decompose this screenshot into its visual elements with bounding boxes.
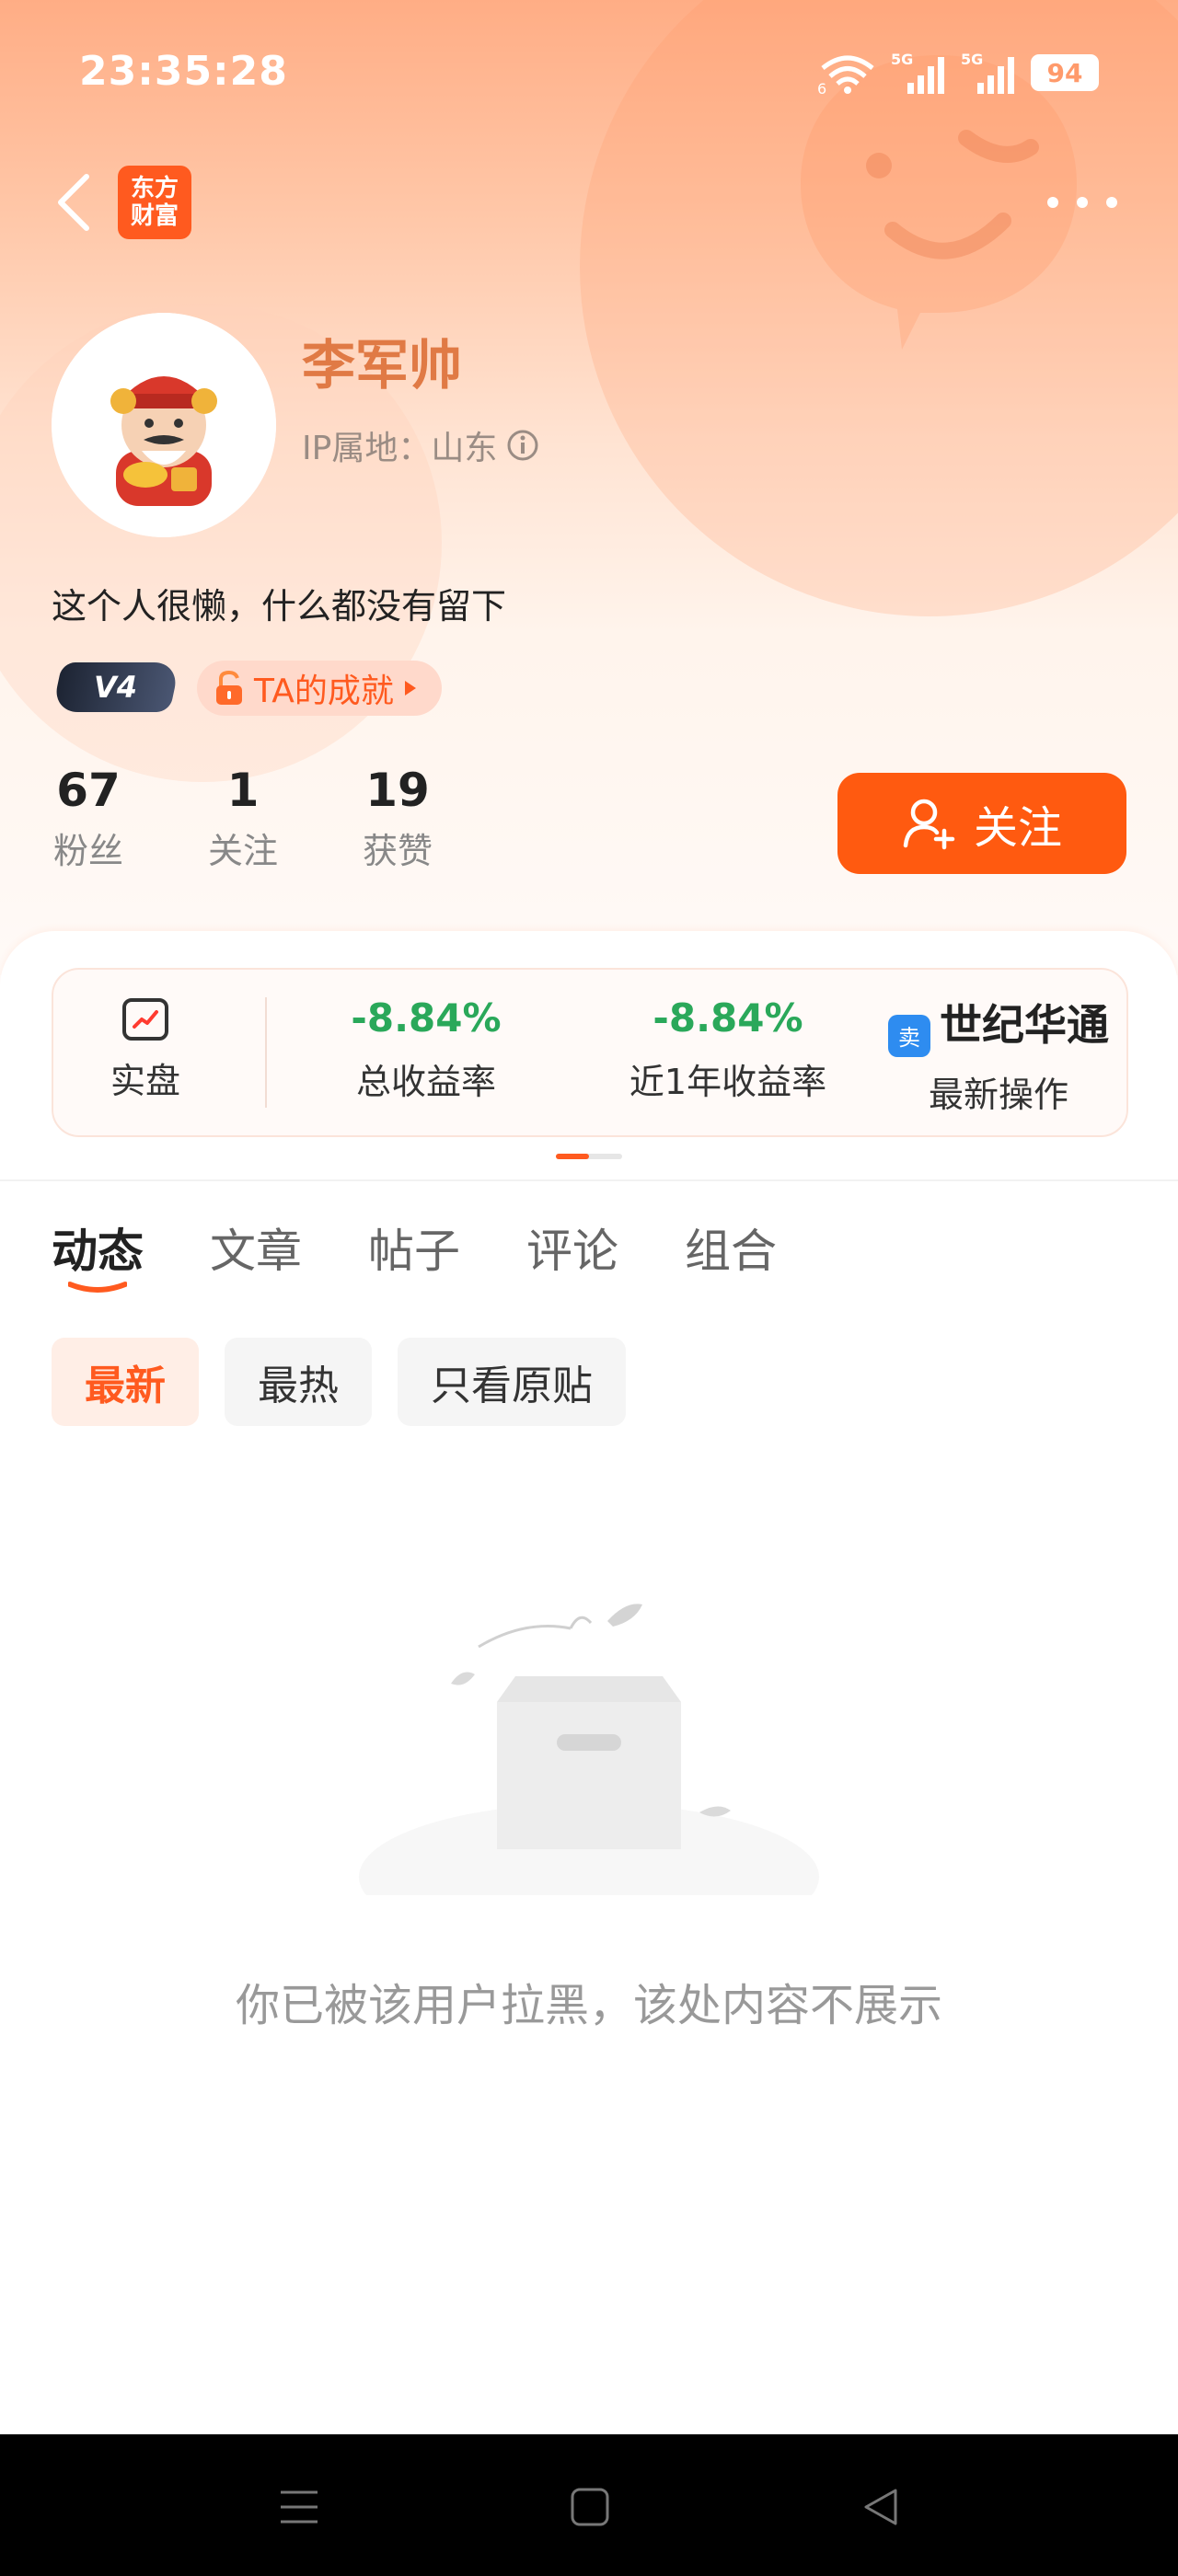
carousel-indicator [556, 1154, 622, 1159]
info-icon[interactable] [506, 429, 539, 462]
filter-chips: 最新 最热 只看原贴 [52, 1338, 626, 1426]
svg-text:6: 6 [817, 80, 826, 94]
status-icons: 6 5G 5G 94 [817, 50, 1099, 96]
menu-button[interactable] [267, 2475, 331, 2539]
tab-articles[interactable]: 文章 [210, 1214, 302, 1288]
dot-icon [1047, 197, 1058, 208]
tab-portfolios[interactable]: 组合 [685, 1214, 777, 1288]
bio: 这个人很懒，什么都没有留下 [52, 586, 507, 627]
fortune-god-avatar-icon [52, 313, 276, 537]
dot-icon [1077, 197, 1088, 208]
wifi-icon: 6 [817, 55, 874, 94]
system-back-button[interactable] [849, 2475, 913, 2539]
tab-activity[interactable]: 动态 [52, 1214, 144, 1293]
back-triangle-icon [864, 2489, 897, 2525]
home-button[interactable] [558, 2475, 622, 2539]
divider [0, 1179, 1178, 1181]
tab-posts[interactable]: 帖子 [368, 1214, 460, 1288]
system-navigation-bar [0, 2434, 1178, 2576]
ip-location: IP属地：山东 [302, 421, 539, 469]
battery-indicator: 94 [1031, 54, 1099, 91]
stat-following[interactable]: 1 关注 [206, 764, 280, 873]
home-square-icon [571, 2488, 609, 2526]
play-arrow-icon [404, 681, 416, 696]
profile-page: 23:35:28 6 5G 5G 94 东方 财富 李军帅 IP属地：山东 这个… [0, 0, 1178, 2576]
menu-icon [281, 2490, 318, 2524]
empty-box-illustration-icon [359, 1604, 819, 1895]
status-time: 23:35:28 [79, 48, 288, 95]
one-year-return: -8.84% 近1年收益率 [629, 995, 827, 1102]
divider [265, 997, 267, 1108]
level-badge[interactable]: V4 [52, 662, 180, 712]
stat-fans[interactable]: 67 粉丝 [52, 764, 125, 873]
real-trading-tab[interactable]: 实盘 [53, 970, 237, 1135]
stat-likes[interactable]: 19 获赞 [361, 764, 434, 873]
dot-icon [1106, 197, 1117, 208]
app-logo[interactable]: 东方 财富 [118, 166, 191, 239]
back-button[interactable] [48, 166, 99, 239]
sell-tag: 卖 [888, 1014, 930, 1057]
svg-text:5G: 5G [891, 51, 913, 68]
filter-latest[interactable]: 最新 [52, 1338, 199, 1426]
unlock-icon [216, 670, 242, 705]
follow-button[interactable]: 关注 [837, 773, 1126, 874]
signal-icon: 5G [961, 51, 1014, 94]
svg-text:5G: 5G [961, 51, 983, 68]
chevron-left-icon [58, 174, 89, 231]
latest-operation[interactable]: 卖世纪华通 最新操作 [871, 970, 1126, 1135]
performance-card[interactable]: 实盘 -8.84% 总收益率 -8.84% 近1年收益率 卖世纪华通 最新操作 [52, 968, 1128, 1137]
signal-icon: 5G [891, 51, 944, 94]
filter-original-only[interactable]: 只看原贴 [398, 1338, 626, 1426]
total-return: -8.84% 总收益率 [351, 995, 502, 1102]
content-tabs: 动态 文章 帖子 评论 组合 [52, 1214, 777, 1293]
filter-hot[interactable]: 最热 [225, 1338, 372, 1426]
username: 李军帅 [302, 334, 463, 397]
achievement-button[interactable]: TA的成就 [197, 661, 442, 716]
active-tab-indicator [68, 1282, 127, 1293]
avatar[interactable] [52, 313, 276, 537]
trend-chart-icon [122, 998, 168, 1041]
empty-state-message: 你已被该用户拉黑，该处内容不展示 [235, 1980, 942, 2031]
more-options-button[interactable] [1047, 184, 1117, 221]
add-user-icon [903, 799, 955, 850]
tab-comments[interactable]: 评论 [526, 1214, 618, 1288]
